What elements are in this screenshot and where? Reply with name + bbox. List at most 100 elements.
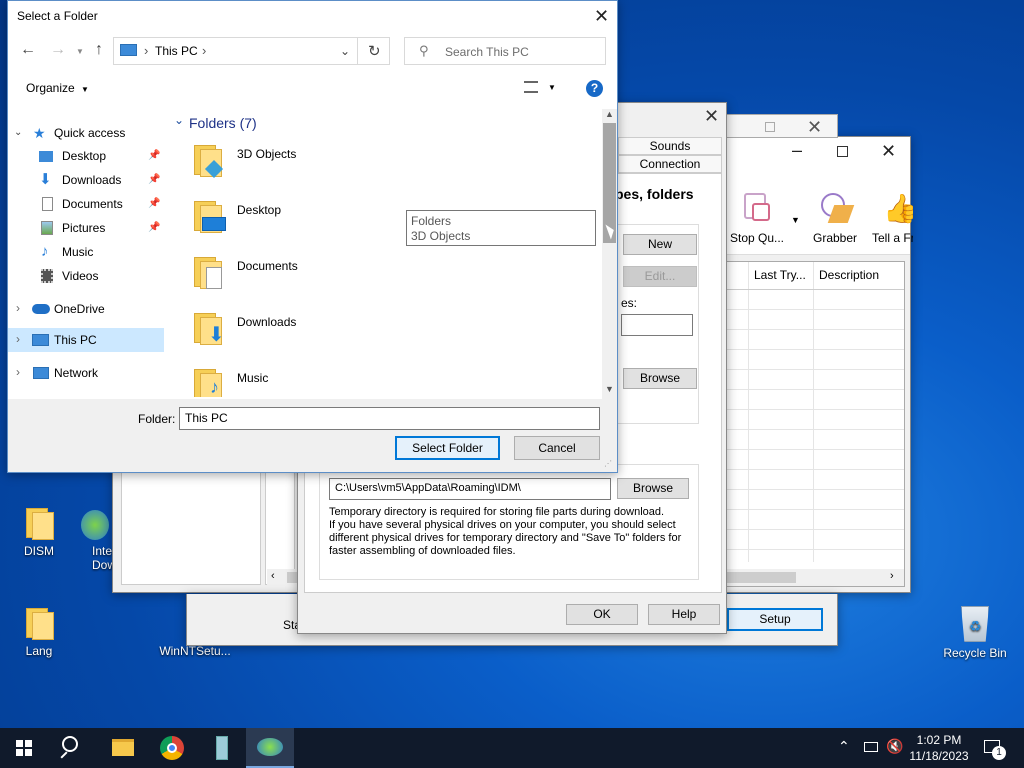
idm-icon (257, 738, 283, 756)
action-center-button[interactable]: 1 (978, 728, 1018, 768)
close-icon[interactable]: ✕ (594, 7, 609, 25)
folder-item-downloads[interactable]: ⬇ Downloads (188, 307, 388, 357)
navigation-pane[interactable]: ⌄ ★ Quick access Desktop 📌 ⬇ Downloads 📌… (8, 109, 168, 399)
toolbar-tell-a-friend[interactable]: 👍 Tell a Fri (869, 193, 913, 253)
select-folder-dialog: Select a Folder ✕ ← → ▼ ↑ › This PC › ⌄ … (7, 0, 618, 473)
start-button[interactable] (0, 728, 48, 768)
nav-music[interactable]: ♪ Music (8, 241, 162, 263)
scroll-down-icon[interactable]: ▼ (605, 384, 614, 394)
new-button[interactable]: New (623, 234, 697, 255)
organize-button[interactable]: Organize ▼ (26, 81, 89, 95)
nav-downloads[interactable]: ⬇ Downloads 📌 (8, 169, 162, 191)
notification-badge: 1 (992, 746, 1006, 760)
close-icon[interactable]: ✕ (704, 107, 719, 125)
nav-network[interactable]: Network (54, 366, 98, 380)
taskbar-file-explorer[interactable] (98, 728, 146, 768)
help-button[interactable]: Help (648, 604, 720, 625)
network-tray-icon[interactable] (864, 742, 878, 752)
downloads-list-left[interactable] (265, 467, 295, 585)
cancel-button[interactable]: Cancel (514, 436, 600, 460)
chevron-down-icon[interactable]: ⌄ (340, 44, 350, 58)
up-arrow-icon[interactable]: ↑ (95, 41, 103, 59)
close-icon[interactable]: ✕ (807, 118, 822, 136)
select-folder-button[interactable]: Select Folder (395, 436, 500, 460)
scroll-up-icon[interactable]: ▲ (605, 109, 614, 119)
setup-button[interactable]: Setup (727, 608, 823, 631)
column-header-description[interactable]: Description (819, 268, 879, 282)
chevron-right-icon[interactable]: › (16, 332, 20, 346)
taskbar-chrome[interactable] (148, 728, 196, 768)
clock[interactable]: 1:02 PM 11/18/2023 (906, 732, 972, 764)
help-icon[interactable]: ? (586, 80, 603, 97)
close-icon[interactable]: ✕ (881, 142, 896, 160)
dialog-footer: Folder: This PC Select Folder Cancel ⋰ (8, 399, 617, 472)
recent-dropdown-icon[interactable]: ▼ (76, 47, 84, 56)
tab-connection[interactable]: Connection (618, 155, 722, 173)
nav-documents[interactable]: Documents 📌 (8, 193, 162, 215)
nav-desktop[interactable]: Desktop 📌 (8, 145, 162, 167)
save-to-input[interactable] (621, 314, 693, 336)
edit-button[interactable]: Edit... (623, 266, 697, 287)
desktop-icon-dism[interactable]: DISM (4, 506, 74, 558)
search-box[interactable]: ⚲ Search This PC (404, 37, 606, 65)
search-button[interactable] (48, 728, 96, 768)
chevron-down-icon[interactable]: ⌄ (174, 113, 184, 127)
refresh-button[interactable]: ↻ (358, 37, 390, 65)
nav-onedrive[interactable]: OneDrive (54, 302, 105, 316)
toolbar-stop-queue[interactable]: Stop Qu... (727, 193, 787, 253)
folder-item-3d-objects[interactable]: 3D Objects (188, 139, 388, 189)
tab-sounds[interactable]: Sounds (618, 137, 722, 155)
nav-quick-access[interactable]: Quick access (54, 126, 125, 140)
maximize-icon[interactable] (765, 122, 775, 132)
grabber-icon (819, 193, 855, 225)
breadcrumb-this-pc[interactable]: This PC (155, 44, 198, 58)
desktop-icon-recycle-bin[interactable]: ♻ Recycle Bin (940, 602, 1010, 660)
folder-documents-icon (192, 255, 222, 289)
folder-icon (112, 739, 134, 756)
folder-item-documents[interactable]: Documents (188, 251, 388, 301)
browse-button[interactable]: Browse (623, 368, 697, 389)
nav-this-pc[interactable]: › This PC (8, 328, 164, 352)
folder-input[interactable]: This PC (179, 407, 600, 430)
ok-button[interactable]: OK (566, 604, 638, 625)
folder-item-desktop[interactable]: Desktop (188, 195, 388, 245)
resize-grip-icon[interactable]: ⋰ (604, 459, 612, 468)
column-header-last-try[interactable]: Last Try... (754, 268, 814, 282)
category-tree[interactable] (121, 467, 261, 585)
toolbar-grabber[interactable]: Grabber (807, 193, 863, 253)
taskbar-winntsetup[interactable] (198, 728, 246, 768)
maximize-icon[interactable] (837, 146, 848, 157)
star-icon: ★ (33, 125, 46, 141)
download-list[interactable]: Last Try... Description › (725, 261, 905, 587)
chevron-down-icon[interactable]: ⌄ (14, 127, 22, 138)
desktop-icon-lang[interactable]: Lang (4, 606, 74, 658)
pin-icon: 📌 (148, 150, 161, 161)
desktop-icon-label: DISM (24, 544, 54, 558)
folder-item-music[interactable]: ♪ Music (188, 363, 388, 397)
nav-videos[interactable]: Videos (8, 265, 162, 287)
browse-temp-button[interactable]: Browse (617, 478, 689, 499)
forward-arrow-icon[interactable]: → (50, 41, 66, 59)
taskbar-idm[interactable] (246, 728, 294, 768)
dropdown-arrow-icon[interactable]: ▼ (791, 215, 800, 225)
address-bar[interactable]: › This PC › ⌄ (113, 37, 358, 65)
chevron-right-icon[interactable]: › (16, 365, 20, 379)
left-scrollbar[interactable]: ‹ (267, 569, 297, 586)
tray-chevron-up-icon[interactable]: ⌃ (838, 738, 850, 755)
document-icon (42, 197, 53, 211)
view-options-icon[interactable] (524, 81, 538, 93)
temp-directory-input[interactable]: C:\Users\vm5\AppData\Roaming\IDM\ (329, 478, 611, 500)
volume-muted-icon[interactable]: 🔇 (886, 738, 903, 755)
chevron-right-icon[interactable]: › (16, 301, 20, 315)
vertical-scrollbar[interactable]: ▲ ▼ (602, 109, 617, 399)
minimize-icon[interactable]: – (792, 141, 802, 159)
horizontal-scrollbar[interactable]: › (726, 569, 904, 586)
nav-pictures[interactable]: Pictures 📌 (8, 217, 162, 239)
search-icon (62, 736, 78, 752)
chevron-down-icon[interactable]: ▼ (548, 83, 556, 92)
desktop-icon-label: WinNTSetu... (159, 644, 231, 658)
search-icon: ⚲ (419, 43, 429, 58)
group-header[interactable]: Folders (7) (189, 115, 257, 131)
scroll-right-icon[interactable]: › (890, 570, 894, 582)
back-arrow-icon[interactable]: ← (20, 41, 36, 59)
